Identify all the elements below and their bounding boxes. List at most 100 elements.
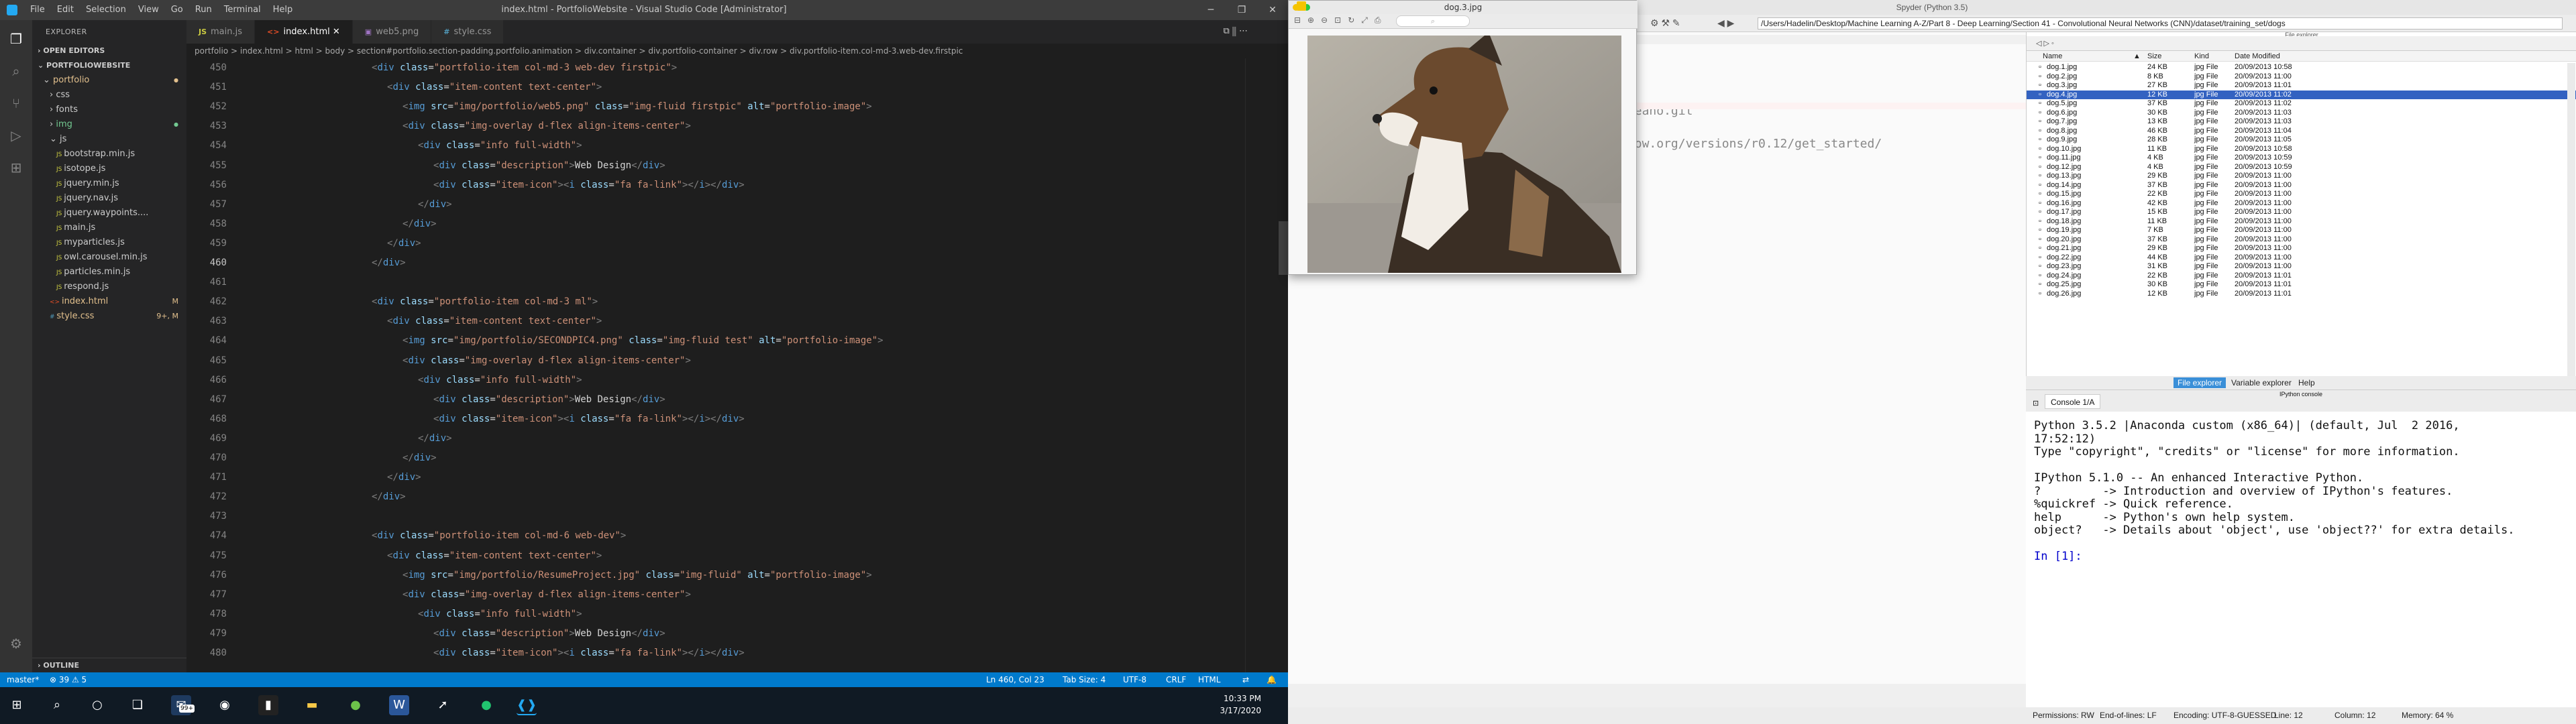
outline-section[interactable]: › OUTLINE bbox=[32, 658, 186, 672]
cursor-position[interactable]: Ln 460, Col 23 bbox=[986, 672, 1044, 687]
vpn-icon[interactable]: ➚ bbox=[433, 695, 453, 715]
maximize-button[interactable]: ❐ bbox=[1226, 0, 1257, 20]
system-clock[interactable]: 10:33 PM 3/17/2020 bbox=[1220, 692, 1261, 717]
file-row[interactable]: ▫ dog.10.jpg 11 KB jpg File 20/09/2013 10:58 bbox=[2027, 145, 2576, 154]
chrome-icon[interactable]: ◉ bbox=[215, 695, 235, 715]
live-share-icon[interactable]: ⇄ bbox=[1242, 672, 1249, 687]
file-row[interactable]: ▫ dog.12.jpg 4 KB jpg File 20/09/2013 10:59 bbox=[2027, 163, 2576, 172]
tree-item-html[interactable]: <> index.html M bbox=[32, 294, 186, 309]
tree-item-js[interactable]: JS isotope.js bbox=[32, 162, 186, 176]
tree-item-folder[interactable]: › fonts bbox=[32, 103, 186, 117]
file-row[interactable]: ▫ dog.14.jpg 37 KB jpg File 20/09/2013 11:00 bbox=[2027, 181, 2576, 190]
sort-arrow-icon[interactable]: ▲ bbox=[2133, 51, 2141, 62]
console-prompt[interactable]: In [1]: bbox=[2034, 550, 2514, 564]
tab-size[interactable]: Tab Size: 4 bbox=[1063, 672, 1106, 687]
explorer-icon[interactable]: ❐ bbox=[8, 31, 24, 47]
mail-icon[interactable]: ✉99+ bbox=[171, 695, 195, 715]
tree-item-folder-open[interactable]: ⌄ js bbox=[32, 132, 186, 147]
tab-index-html[interactable]: <> index.html ✕ bbox=[255, 20, 353, 44]
editor-scrollbar[interactable] bbox=[1279, 221, 1288, 275]
file-row[interactable]: ▫ dog.8.jpg 46 KB jpg File 20/09/2013 11:04 bbox=[2027, 127, 2576, 136]
language-mode[interactable]: HTML bbox=[1198, 672, 1220, 687]
spotify-icon[interactable]: ● bbox=[476, 695, 496, 715]
file-row[interactable]: ▫ dog.18.jpg 11 KB jpg File 20/09/2013 11:00 bbox=[2027, 217, 2576, 227]
file-row[interactable]: ▫ dog.9.jpg 28 KB jpg File 20/09/2013 11:05 bbox=[2027, 135, 2576, 145]
settings-gear-icon[interactable]: ⚙ bbox=[8, 636, 24, 652]
tree-item-js[interactable]: JS jquery.waypoints.... bbox=[32, 206, 186, 221]
search-taskbar-icon[interactable]: ⌕ bbox=[47, 695, 67, 715]
file-row[interactable]: ▫ dog.24.jpg 22 KB jpg File 20/09/2013 11:01 bbox=[2027, 272, 2576, 281]
extensions-icon[interactable]: ⊞ bbox=[8, 160, 24, 176]
problems-count[interactable]: ⊗ 39 ⚠ 5 bbox=[50, 672, 87, 687]
console-tab[interactable]: Console 1/A bbox=[2045, 394, 2101, 409]
tab-web5-png[interactable]: ▣ web5.png bbox=[352, 20, 432, 44]
file-row[interactable]: ▫ dog.2.jpg 8 KB jpg File 20/09/2013 11:00 bbox=[2027, 72, 2576, 82]
file-row[interactable]: ▫ dog.16.jpg 42 KB jpg File 20/09/2013 11:00 bbox=[2027, 199, 2576, 208]
minimize-button[interactable]: ─ bbox=[1195, 0, 1226, 20]
file-explorer-icon[interactable]: ▬ bbox=[302, 695, 322, 715]
run-debug-icon[interactable]: ▷ bbox=[8, 127, 24, 143]
file-row[interactable]: ▫ dog.19.jpg 7 KB jpg File 20/09/2013 11:00 bbox=[2027, 226, 2576, 235]
viewer-tools-icon[interactable]: ⊟⊕⊖⊡↻⤢⎙ bbox=[1294, 15, 1387, 25]
col-date[interactable]: Date Modified bbox=[2235, 51, 2280, 62]
tree-item-js[interactable]: JS owl.carousel.min.js bbox=[32, 250, 186, 265]
console-options-icon[interactable]: ⊡ bbox=[2033, 393, 2039, 414]
file-row[interactable]: ▫ dog.6.jpg 30 KB jpg File 20/09/2013 11:03 bbox=[2027, 109, 2576, 118]
minimap[interactable] bbox=[1245, 58, 1279, 672]
file-row[interactable]: ▫ dog.21.jpg 29 KB jpg File 20/09/2013 11:00 bbox=[2027, 244, 2576, 253]
code-editor[interactable]: 450 <div class="portfolio-item col-md-3 w… bbox=[186, 58, 1288, 672]
terminal-icon[interactable]: ▮ bbox=[258, 695, 278, 715]
file-scrollbar[interactable] bbox=[2567, 63, 2575, 378]
toolbar-tools-icon[interactable]: ⚙ ⚒ ✎ bbox=[1650, 17, 1680, 29]
file-row[interactable]: ▫ dog.13.jpg 29 KB jpg File 20/09/2013 11:00 bbox=[2027, 172, 2576, 181]
file-row[interactable]: ▫ dog.25.jpg 30 KB jpg File 20/09/2013 11:01 bbox=[2027, 280, 2576, 290]
close-button[interactable]: ✕ bbox=[1257, 0, 1288, 20]
col-name[interactable]: Name bbox=[2043, 51, 2062, 62]
tab-style-css[interactable]: # style.css bbox=[431, 20, 504, 44]
tree-item-folder-open[interactable]: ⌄ portfolio ● bbox=[32, 73, 186, 88]
editor-actions-icon[interactable]: ⧉ ⫼ ⋯ bbox=[1223, 26, 1248, 36]
col-size[interactable]: Size bbox=[2147, 51, 2161, 62]
file-row[interactable]: ▫ dog.7.jpg 13 KB jpg File 20/09/2013 11:03 bbox=[2027, 117, 2576, 127]
tab-main-js[interactable]: JS main.js bbox=[186, 20, 256, 44]
vscode-taskbar-icon[interactable]: ❰❱ bbox=[517, 695, 537, 715]
tree-item-js[interactable]: JS respond.js bbox=[32, 280, 186, 294]
tree-item-folder[interactable]: › img ● bbox=[32, 117, 186, 132]
tree-item-folder[interactable]: › css bbox=[32, 88, 186, 103]
tree-item-js[interactable]: JS particles.min.js bbox=[32, 265, 186, 280]
tree-item-css[interactable]: # style.css 9+, M bbox=[32, 309, 186, 324]
nav-arrows-icon[interactable]: ◀ ▶ bbox=[1717, 17, 1734, 29]
file-row[interactable]: ▫ dog.17.jpg 15 KB jpg File 20/09/2013 11:00 bbox=[2027, 208, 2576, 217]
file-row[interactable]: ▫ dog.15.jpg 22 KB jpg File 20/09/2013 11:00 bbox=[2027, 190, 2576, 199]
windows-start-icon[interactable]: ⊞ bbox=[7, 695, 27, 715]
android-icon[interactable]: ● bbox=[345, 695, 366, 715]
close-tab-icon[interactable]: ✕ bbox=[330, 27, 340, 37]
file-row[interactable]: ▫ dog.22.jpg 44 KB jpg File 20/09/2013 11:00 bbox=[2027, 253, 2576, 263]
tree-item-js[interactable]: JS jquery.min.js bbox=[32, 176, 186, 191]
project-section[interactable]: ⌄ PORTFOLIOWEBSITE bbox=[32, 58, 186, 73]
col-kind[interactable]: Kind bbox=[2194, 51, 2209, 62]
file-row[interactable]: ▫ dog.1.jpg 24 KB jpg File 20/09/2013 10:58 bbox=[2027, 63, 2576, 72]
tree-item-js[interactable]: JS bootstrap.min.js bbox=[32, 147, 186, 162]
tree-item-js[interactable]: JS myparticles.js bbox=[32, 235, 186, 250]
file-row[interactable]: ▫ dog.26.jpg 12 KB jpg File 20/09/2013 11:01 bbox=[2027, 290, 2576, 299]
encoding[interactable]: UTF-8 bbox=[1123, 672, 1146, 687]
working-directory-input[interactable]: /Users/Hadelin/Desktop/Machine Learning … bbox=[1758, 17, 2563, 29]
source-control-icon[interactable]: ⑂ bbox=[8, 95, 24, 111]
file-row[interactable]: ▫ dog.11.jpg 4 KB jpg File 20/09/2013 10:59 bbox=[2027, 154, 2576, 163]
notifications-icon[interactable]: 🔔 bbox=[1267, 672, 1277, 687]
file-row[interactable]: ▫ dog.23.jpg 31 KB jpg File 20/09/2013 11:00 bbox=[2027, 262, 2576, 272]
ipython-console[interactable]: IPython console ⊡ Console 1/A Python 3.5… bbox=[2026, 389, 2576, 707]
search-icon[interactable]: ⌕ bbox=[8, 63, 24, 79]
end-of-line[interactable]: CRLF bbox=[1166, 672, 1186, 687]
tree-item-js[interactable]: JS jquery.nav.js bbox=[32, 191, 186, 206]
task-view-icon[interactable]: ❏ bbox=[127, 695, 148, 715]
file-row[interactable]: ▫ dog.4.jpg 12 KB jpg File 20/09/2013 11:02 bbox=[2027, 90, 2576, 99]
word-icon[interactable]: W bbox=[389, 695, 409, 715]
open-editors-section[interactable]: › OPEN EDITORS bbox=[32, 44, 186, 58]
viewer-search-input[interactable]: ⌕ bbox=[1396, 15, 1470, 27]
cortana-icon[interactable]: ○ bbox=[87, 695, 107, 715]
file-row[interactable]: ▫ dog.3.jpg 27 KB jpg File 20/09/2013 11:01 bbox=[2027, 81, 2576, 90]
file-row[interactable]: ▫ dog.5.jpg 37 KB jpg File 20/09/2013 11:02 bbox=[2027, 99, 2576, 109]
tree-item-js[interactable]: JS main.js bbox=[32, 221, 186, 235]
